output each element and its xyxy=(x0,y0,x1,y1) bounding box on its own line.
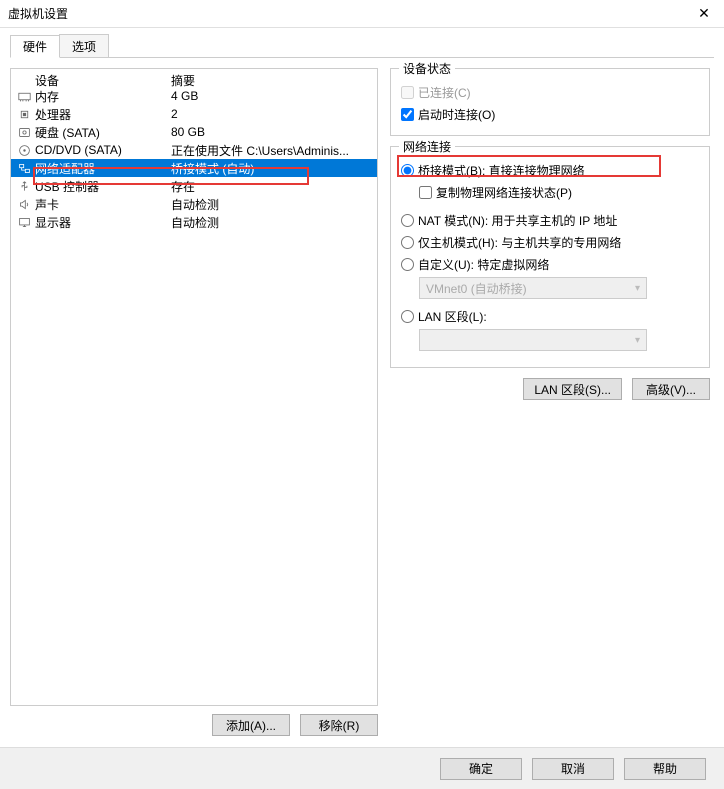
add-button[interactable]: 添加(A)... xyxy=(212,714,290,736)
replicate-checkbox[interactable] xyxy=(419,186,432,199)
custom-network-value: VMnet0 (自动桥接) xyxy=(426,280,527,297)
memory-icon xyxy=(17,89,31,103)
chevron-down-icon: ▾ xyxy=(635,335,640,346)
device-name: 硬盘 (SATA) xyxy=(35,124,100,141)
disk-icon xyxy=(17,125,31,139)
tab-hardware[interactable]: 硬件 xyxy=(10,35,60,58)
hostonly-radio[interactable] xyxy=(401,236,414,249)
device-row[interactable]: 网络适配器 桥接模式 (自动) xyxy=(11,159,377,177)
content-area: 硬件 选项 设备 摘要 内存 4 GB 处理器 2 硬盘 (SATA) 80 GB CD/D… xyxy=(0,28,724,746)
device-list: 设备 摘要 内存 4 GB 处理器 2 硬盘 (SATA) 80 GB CD/DVD (SA… xyxy=(10,68,378,706)
custom-radio[interactable] xyxy=(401,258,414,271)
close-button[interactable]: ✕ xyxy=(684,0,724,28)
custom-label: 自定义(U): 特定虚拟网络 xyxy=(418,256,549,273)
lan-segment-select: ▾ xyxy=(419,329,647,351)
bridged-radio[interactable] xyxy=(401,164,414,177)
bottom-bar: 确定 取消 帮助 xyxy=(0,747,724,789)
replicate-checkbox-row[interactable]: 复制物理网络连接状态(P) xyxy=(401,181,699,203)
hostonly-radio-row[interactable]: 仅主机模式(H): 与主机共享的专用网络 xyxy=(401,231,699,253)
device-summary: 2 xyxy=(171,107,377,121)
device-name: 网络适配器 xyxy=(35,160,95,177)
chevron-down-icon: ▾ xyxy=(635,283,640,294)
device-summary: 正在使用文件 C:\Users\Adminis... xyxy=(171,142,377,159)
device-summary: 4 GB xyxy=(171,89,377,103)
device-name: 处理器 xyxy=(35,106,71,123)
lan-segment-radio-row[interactable]: LAN 区段(L): xyxy=(401,305,699,327)
connected-checkbox xyxy=(401,86,414,99)
tab-options[interactable]: 选项 xyxy=(59,34,109,57)
device-name: 声卡 xyxy=(35,196,59,213)
right-buttons: LAN 区段(S)... 高级(V)... xyxy=(390,378,710,400)
device-name: 内存 xyxy=(35,88,59,105)
ok-button[interactable]: 确定 xyxy=(440,758,522,780)
connected-checkbox-row: 已连接(C) xyxy=(401,81,699,103)
device-name: USB 控制器 xyxy=(35,178,99,195)
bridged-radio-row[interactable]: 桥接模式(B): 直接连接物理网络 xyxy=(401,159,699,181)
body-area: 设备 摘要 内存 4 GB 处理器 2 硬盘 (SATA) 80 GB CD/DVD (SA… xyxy=(10,58,714,736)
device-row[interactable]: 处理器 2 xyxy=(11,105,377,123)
left-panel: 设备 摘要 内存 4 GB 处理器 2 硬盘 (SATA) 80 GB CD/DVD (SA… xyxy=(10,68,378,736)
network-connection-title: 网络连接 xyxy=(399,138,455,155)
help-button[interactable]: 帮助 xyxy=(624,758,706,780)
nat-radio-row[interactable]: NAT 模式(N): 用于共享主机的 IP 地址 xyxy=(401,209,699,231)
device-row[interactable]: 硬盘 (SATA) 80 GB xyxy=(11,123,377,141)
hostonly-label: 仅主机模式(H): 与主机共享的专用网络 xyxy=(418,234,621,251)
tabs: 硬件 选项 xyxy=(10,34,714,58)
custom-network-select: VMnet0 (自动桥接) ▾ xyxy=(419,277,647,299)
device-name: 显示器 xyxy=(35,214,71,231)
connect-at-poweron-label: 启动时连接(O) xyxy=(418,106,495,123)
col-device-header: 设备 xyxy=(17,72,171,89)
device-summary: 存在 xyxy=(171,178,377,195)
device-row[interactable]: 显示器 自动检测 xyxy=(11,213,377,231)
nat-radio[interactable] xyxy=(401,214,414,227)
network-icon xyxy=(17,161,31,175)
titlebar: 虚拟机设置 ✕ xyxy=(0,0,724,28)
connect-at-poweron-row[interactable]: 启动时连接(O) xyxy=(401,103,699,125)
lan-segment-radio[interactable] xyxy=(401,310,414,323)
device-summary: 80 GB xyxy=(171,125,377,139)
remove-button[interactable]: 移除(R) xyxy=(300,714,378,736)
device-row[interactable]: 声卡 自动检测 xyxy=(11,195,377,213)
lan-segments-button[interactable]: LAN 区段(S)... xyxy=(523,378,622,400)
device-row[interactable]: USB 控制器 存在 xyxy=(11,177,377,195)
network-connection-group: 网络连接 桥接模式(B): 直接连接物理网络 复制物理网络连接状态(P) NAT… xyxy=(390,146,710,368)
nat-label: NAT 模式(N): 用于共享主机的 IP 地址 xyxy=(418,212,617,229)
device-status-title: 设备状态 xyxy=(399,60,455,77)
cancel-button[interactable]: 取消 xyxy=(532,758,614,780)
device-summary: 自动检测 xyxy=(171,196,377,213)
custom-radio-row[interactable]: 自定义(U): 特定虚拟网络 xyxy=(401,253,699,275)
advanced-button[interactable]: 高级(V)... xyxy=(632,378,710,400)
lan-segment-label: LAN 区段(L): xyxy=(418,308,487,325)
right-panel: 设备状态 已连接(C) 启动时连接(O) 网络连接 桥接模式(B): 直接连接物… xyxy=(390,68,714,736)
connected-label: 已连接(C) xyxy=(418,84,471,101)
cd-icon xyxy=(17,143,31,157)
device-status-group: 设备状态 已连接(C) 启动时连接(O) xyxy=(390,68,710,136)
device-row[interactable]: 内存 4 GB xyxy=(11,87,377,105)
bridged-label: 桥接模式(B): 直接连接物理网络 xyxy=(418,162,585,179)
device-name: CD/DVD (SATA) xyxy=(35,143,122,157)
usb-icon xyxy=(17,179,31,193)
window-title: 虚拟机设置 xyxy=(8,5,68,22)
device-rows: 内存 4 GB 处理器 2 硬盘 (SATA) 80 GB CD/DVD (SATA) 正在使… xyxy=(11,87,377,231)
display-icon xyxy=(17,215,31,229)
device-summary: 桥接模式 (自动) xyxy=(171,160,377,177)
list-header: 设备 摘要 xyxy=(11,69,377,87)
left-buttons: 添加(A)... 移除(R) xyxy=(10,714,378,736)
device-row[interactable]: CD/DVD (SATA) 正在使用文件 C:\Users\Adminis... xyxy=(11,141,377,159)
cpu-icon xyxy=(17,107,31,121)
device-summary: 自动检测 xyxy=(171,214,377,231)
replicate-label: 复制物理网络连接状态(P) xyxy=(436,184,572,201)
col-summary-header: 摘要 xyxy=(171,72,377,89)
sound-icon xyxy=(17,197,31,211)
connect-at-poweron-checkbox[interactable] xyxy=(401,108,414,121)
